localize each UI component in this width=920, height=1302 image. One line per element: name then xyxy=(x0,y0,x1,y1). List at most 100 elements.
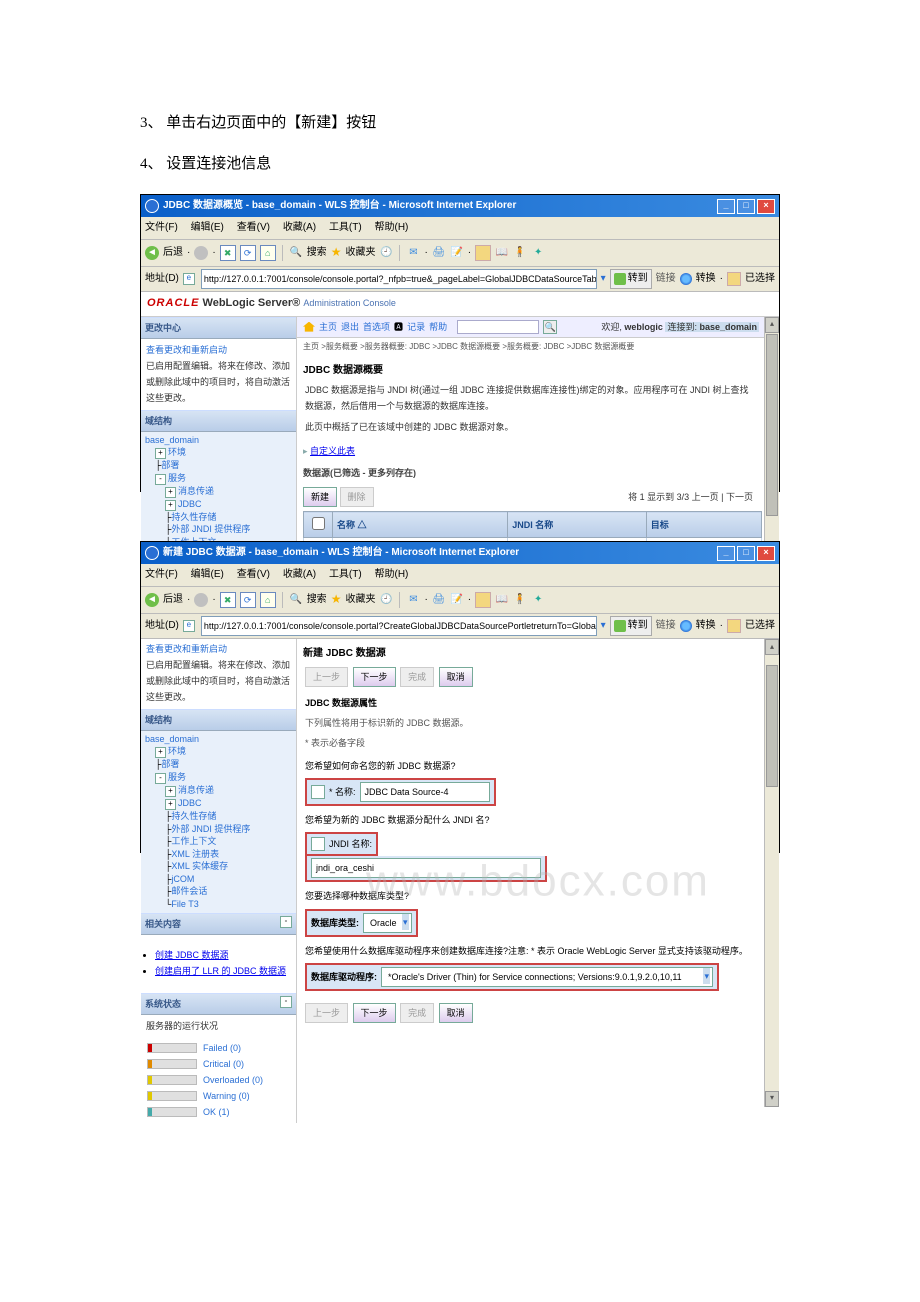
tree-deploy[interactable]: 部署 xyxy=(161,460,179,470)
view-changes-link[interactable]: 查看更改和重新启动 xyxy=(146,345,227,355)
tree-root[interactable]: base_domain xyxy=(145,734,199,744)
collapse-icon[interactable]: - xyxy=(280,996,292,1008)
status-critical[interactable]: Critical (0) xyxy=(203,1056,244,1072)
tree-env[interactable]: 环境 xyxy=(168,746,186,756)
favorites-label[interactable]: 收藏夹 xyxy=(345,244,375,262)
tree-jdbc[interactable]: JDBC xyxy=(178,798,202,808)
tree-jdbc[interactable]: JDBC xyxy=(178,499,202,509)
extra-icon[interactable]: ✦ xyxy=(531,593,545,607)
history-icon[interactable]: 🕘 xyxy=(379,246,393,260)
scroll-down-icon[interactable]: ▾ xyxy=(765,1091,779,1107)
delete-button[interactable]: 删除 xyxy=(340,487,374,507)
search-label[interactable]: 搜索 xyxy=(307,591,327,609)
toolbar-pref[interactable]: 首选项 xyxy=(363,319,390,335)
tree-xmle[interactable]: XML 实体缓存 xyxy=(171,861,228,871)
menu-help[interactable]: 帮助(H) xyxy=(375,569,409,580)
folder-icon[interactable] xyxy=(475,592,491,608)
select-label[interactable]: 已选择 xyxy=(745,270,775,288)
home-button[interactable]: ⌂ xyxy=(260,592,276,608)
expand-icon[interactable]: - xyxy=(155,474,166,485)
tree-msg[interactable]: 消息传递 xyxy=(178,785,214,795)
stop-button[interactable]: ✖ xyxy=(220,592,236,608)
search-icon[interactable]: 🔍 xyxy=(543,320,557,334)
related-create[interactable]: 创建 JDBC 数据源 xyxy=(155,950,229,960)
minimize-button[interactable]: _ xyxy=(717,199,735,214)
history-icon[interactable]: 🕘 xyxy=(379,593,393,607)
tree-xmlr[interactable]: XML 注册表 xyxy=(171,849,219,859)
jndi-input[interactable]: jndi_ora_ceshi xyxy=(311,858,541,878)
expand-icon[interactable]: + xyxy=(155,448,166,459)
back-button[interactable]: 上一步 xyxy=(305,667,348,687)
tree-persist[interactable]: 持久性存储 xyxy=(171,811,216,821)
menu-view[interactable]: 查看(V) xyxy=(237,222,270,233)
edit-icon[interactable]: 📝 xyxy=(450,246,464,260)
toolbar-home[interactable]: 主页 xyxy=(319,319,337,335)
url-input[interactable]: http://127.0.0.1:7001/console/console.po… xyxy=(201,616,597,636)
status-overloaded[interactable]: Overloaded (0) xyxy=(203,1072,263,1088)
mail-icon[interactable]: ✉ xyxy=(406,593,420,607)
forward-button[interactable] xyxy=(194,246,208,260)
expand-icon[interactable]: + xyxy=(165,487,176,498)
go-button[interactable]: 转到 xyxy=(610,269,652,289)
home-button[interactable]: ⌂ xyxy=(260,245,276,261)
menu-help[interactable]: 帮助(H) xyxy=(375,222,409,233)
next-button[interactable]: 下一步 xyxy=(353,667,396,687)
menu-edit[interactable]: 编辑(E) xyxy=(191,569,224,580)
col-name[interactable]: 名称 △ xyxy=(333,512,508,538)
url-dropdown-icon[interactable]: ▾ xyxy=(601,617,606,635)
url-input[interactable]: http://127.0.0.1:7001/console/console.po… xyxy=(201,269,597,289)
tree-jcom[interactable]: jCOM xyxy=(171,874,194,884)
help-icon[interactable] xyxy=(311,785,325,799)
favorites-label[interactable]: 收藏夹 xyxy=(345,591,375,609)
menu-view[interactable]: 查看(V) xyxy=(237,569,270,580)
driver-select[interactable]: *Oracle's Driver (Thin) for Service conn… xyxy=(381,967,713,987)
tree-deploy[interactable]: 部署 xyxy=(161,759,179,769)
collapse-icon[interactable]: - xyxy=(280,916,292,928)
refresh-button[interactable]: ⟳ xyxy=(240,245,256,261)
tree-root[interactable]: base_domain xyxy=(145,435,199,445)
customize-table-link[interactable]: 自定义此表 xyxy=(310,446,355,456)
select-label[interactable]: 已选择 xyxy=(745,617,775,635)
cancel-button[interactable]: 取消 xyxy=(439,1003,473,1023)
cancel-button[interactable]: 取消 xyxy=(439,667,473,687)
folder-icon[interactable] xyxy=(475,245,491,261)
tree-env[interactable]: 环境 xyxy=(168,447,186,457)
menu-fav[interactable]: 收藏(A) xyxy=(283,222,316,233)
swap-label[interactable]: 转换 xyxy=(696,270,716,288)
tree-persist[interactable]: 持久性存储 xyxy=(171,512,216,522)
status-ok[interactable]: OK (1) xyxy=(203,1104,230,1120)
close-button[interactable]: × xyxy=(757,199,775,214)
finish-button[interactable]: 完成 xyxy=(400,667,434,687)
status-failed[interactable]: Failed (0) xyxy=(203,1040,241,1056)
scroll-up-icon[interactable]: ▴ xyxy=(765,317,779,333)
url-dropdown-icon[interactable]: ▾ xyxy=(601,270,606,288)
tree-filet3[interactable]: File T3 xyxy=(171,899,198,909)
view-changes-link[interactable]: 查看更改和重新启动 xyxy=(146,644,227,654)
close-button[interactable]: × xyxy=(757,546,775,561)
go-button[interactable]: 转到 xyxy=(610,616,652,636)
menu-file[interactable]: 文件(F) xyxy=(145,222,178,233)
help-icon[interactable] xyxy=(311,837,325,851)
extra-icon[interactable]: ✦ xyxy=(531,246,545,260)
menu-tools[interactable]: 工具(T) xyxy=(329,222,362,233)
col-target[interactable]: 目标 xyxy=(646,512,761,538)
menu-fav[interactable]: 收藏(A) xyxy=(283,569,316,580)
toolbar-help[interactable]: 帮助 xyxy=(429,319,447,335)
swap-label[interactable]: 转换 xyxy=(696,617,716,635)
stop-button[interactable]: ✖ xyxy=(220,245,236,261)
mail-icon[interactable]: ✉ xyxy=(406,246,420,260)
print-icon[interactable]: 🖨 xyxy=(432,246,446,260)
print-icon[interactable]: 🖨 xyxy=(432,593,446,607)
search-label[interactable]: 搜索 xyxy=(307,244,327,262)
messenger-icon[interactable]: 🧍 xyxy=(513,246,527,260)
check-all[interactable] xyxy=(312,517,325,530)
back-button[interactable]: ◄ xyxy=(145,593,159,607)
dbtype-select[interactable]: Oracle xyxy=(363,913,412,933)
back-button[interactable]: 上一步 xyxy=(305,1003,348,1023)
maximize-button[interactable]: □ xyxy=(737,546,755,561)
col-check[interactable] xyxy=(304,512,333,538)
finish-button[interactable]: 完成 xyxy=(400,1003,434,1023)
tree-mail[interactable]: 邮件会话 xyxy=(171,886,207,896)
research-icon[interactable]: 📖 xyxy=(495,246,509,260)
forward-button[interactable] xyxy=(194,593,208,607)
